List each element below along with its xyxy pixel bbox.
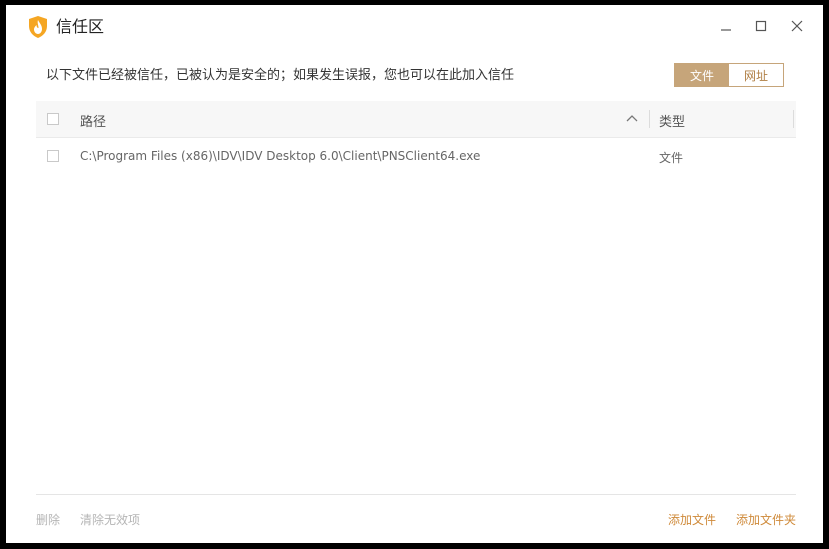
close-icon bbox=[791, 20, 803, 32]
shield-flame-logo-icon bbox=[27, 15, 49, 39]
minimize-button[interactable] bbox=[712, 13, 740, 39]
column-header-path[interactable]: 路径 bbox=[80, 111, 106, 130]
tab-files[interactable]: 文件 bbox=[675, 64, 729, 86]
trust-zone-window: 信任区 以下文件已经被信任，已被认为是安全的；如果发生误报，您也可以在此加入信任… bbox=[6, 5, 823, 543]
tab-urls[interactable]: 网址 bbox=[729, 64, 783, 86]
description-text: 以下文件已经被信任，已被认为是安全的；如果发生误报，您也可以在此加入信任 bbox=[46, 68, 515, 83]
column-separator[interactable] bbox=[649, 110, 650, 128]
delete-button[interactable]: 删除 bbox=[36, 512, 60, 528]
column-separator[interactable] bbox=[793, 110, 794, 128]
table-row[interactable]: C:\Program Files (x86)\IDV\IDV Desktop 6… bbox=[36, 138, 796, 174]
footer-divider bbox=[36, 494, 796, 495]
add-file-button[interactable]: 添加文件 bbox=[668, 512, 716, 528]
row-type: 文件 bbox=[659, 151, 684, 165]
minimize-icon bbox=[721, 29, 731, 31]
type-tab-switcher: 文件 网址 bbox=[674, 63, 784, 87]
window-title: 信任区 bbox=[56, 17, 105, 36]
row-path: C:\Program Files (x86)\IDV\IDV Desktop 6… bbox=[80, 149, 481, 163]
table-header: 路径 类型 bbox=[36, 101, 796, 138]
maximize-icon bbox=[755, 20, 767, 32]
select-all-checkbox[interactable] bbox=[47, 113, 59, 125]
close-button[interactable] bbox=[783, 13, 811, 39]
sort-ascending-icon[interactable] bbox=[624, 111, 640, 127]
clear-invalid-button[interactable]: 清除无效项 bbox=[80, 512, 140, 528]
add-folder-button[interactable]: 添加文件夹 bbox=[736, 512, 796, 528]
column-header-type[interactable]: 类型 bbox=[659, 111, 685, 130]
title-bar[interactable]: 信任区 bbox=[6, 5, 823, 47]
maximize-button[interactable] bbox=[747, 13, 775, 39]
row-checkbox[interactable] bbox=[47, 150, 59, 162]
